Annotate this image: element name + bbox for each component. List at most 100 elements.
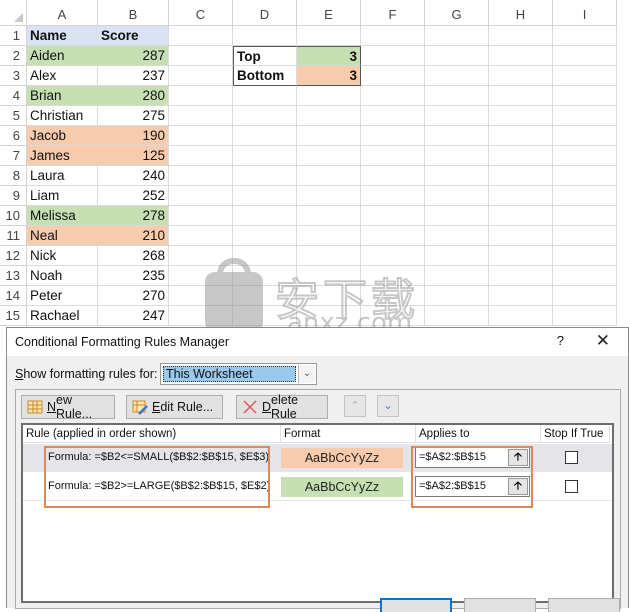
empty-cell[interactable]: [489, 126, 553, 146]
empty-cell[interactable]: [233, 206, 297, 226]
empty-cell[interactable]: [553, 66, 617, 86]
row-header[interactable]: 11: [0, 226, 27, 246]
empty-cell[interactable]: [297, 226, 361, 246]
empty-cell[interactable]: [489, 186, 553, 206]
empty-cell[interactable]: [425, 46, 489, 66]
empty-cell[interactable]: [169, 146, 233, 166]
empty-cell[interactable]: [489, 86, 553, 106]
empty-cell[interactable]: [233, 26, 297, 46]
chevron-down-icon[interactable]: ⌄: [298, 365, 315, 383]
cell-score[interactable]: 275: [98, 106, 169, 126]
row-header[interactable]: 4: [0, 86, 27, 106]
apply-button[interactable]: [548, 598, 620, 612]
empty-cell[interactable]: [233, 186, 297, 206]
empty-cell[interactable]: [233, 106, 297, 126]
empty-cell[interactable]: [489, 306, 553, 326]
empty-cell[interactable]: [169, 266, 233, 286]
cell-name[interactable]: James: [27, 146, 98, 166]
empty-cell[interactable]: [233, 86, 297, 106]
empty-cell[interactable]: [169, 226, 233, 246]
stop-if-true-checkbox[interactable]: [565, 480, 578, 493]
empty-cell[interactable]: [361, 26, 425, 46]
empty-cell[interactable]: [361, 66, 425, 86]
cell-score[interactable]: 247: [98, 306, 169, 326]
cancel-button[interactable]: [464, 598, 536, 612]
row-header[interactable]: 13: [0, 266, 27, 286]
empty-cell[interactable]: [425, 26, 489, 46]
cell-score[interactable]: 240: [98, 166, 169, 186]
empty-cell[interactable]: [169, 46, 233, 66]
empty-cell[interactable]: [169, 26, 233, 46]
empty-cell[interactable]: [361, 86, 425, 106]
empty-cell[interactable]: [425, 66, 489, 86]
label-cell-top[interactable]: Top: [233, 46, 297, 66]
column-header-a[interactable]: A: [27, 0, 98, 26]
empty-cell[interactable]: [553, 106, 617, 126]
value-cell-top[interactable]: 3: [297, 46, 361, 66]
cell-name[interactable]: Christian: [27, 106, 98, 126]
empty-cell[interactable]: [233, 226, 297, 246]
empty-cell[interactable]: [297, 246, 361, 266]
header-cell-name[interactable]: Name: [27, 26, 98, 46]
cell-name[interactable]: Peter: [27, 286, 98, 306]
empty-cell[interactable]: [489, 26, 553, 46]
empty-cell[interactable]: [361, 246, 425, 266]
empty-cell[interactable]: [553, 186, 617, 206]
cell-score[interactable]: 287: [98, 46, 169, 66]
cell-score[interactable]: 252: [98, 186, 169, 206]
cell-score[interactable]: 125: [98, 146, 169, 166]
row-header[interactable]: 10: [0, 206, 27, 226]
cell-score[interactable]: 280: [98, 86, 169, 106]
empty-cell[interactable]: [361, 106, 425, 126]
empty-cell[interactable]: [169, 306, 233, 326]
empty-cell[interactable]: [297, 166, 361, 186]
empty-cell[interactable]: [297, 266, 361, 286]
empty-cell[interactable]: [297, 186, 361, 206]
empty-cell[interactable]: [425, 186, 489, 206]
cell-score[interactable]: 270: [98, 286, 169, 306]
empty-cell[interactable]: [489, 266, 553, 286]
row-header[interactable]: 14: [0, 286, 27, 306]
empty-cell[interactable]: [489, 166, 553, 186]
empty-cell[interactable]: [361, 186, 425, 206]
rule-row[interactable]: Formula: =$B2>=LARGE($B$2:$B$15, $E$2) Aa…: [23, 473, 612, 501]
label-cell-bottom[interactable]: Bottom: [233, 66, 297, 86]
cell-name[interactable]: Jacob: [27, 126, 98, 146]
cell-name[interactable]: Liam: [27, 186, 98, 206]
help-button[interactable]: ?: [557, 333, 564, 348]
column-header-h[interactable]: H: [489, 0, 553, 26]
empty-cell[interactable]: [425, 226, 489, 246]
empty-cell[interactable]: [425, 146, 489, 166]
empty-cell[interactable]: [553, 86, 617, 106]
row-header[interactable]: 2: [0, 46, 27, 66]
cell-score[interactable]: 235: [98, 266, 169, 286]
empty-cell[interactable]: [297, 206, 361, 226]
empty-cell[interactable]: [425, 286, 489, 306]
empty-cell[interactable]: [297, 146, 361, 166]
empty-cell[interactable]: [489, 226, 553, 246]
row-header[interactable]: 12: [0, 246, 27, 266]
empty-cell[interactable]: [489, 206, 553, 226]
applies-to-input[interactable]: =$A$2:$B$15 🡡: [415, 447, 530, 468]
empty-cell[interactable]: [425, 206, 489, 226]
empty-cell[interactable]: [553, 226, 617, 246]
empty-cell[interactable]: [169, 246, 233, 266]
rule-row[interactable]: Formula: =$B2<=SMALL($B$2:$B$15, $E$3) Aa…: [23, 444, 612, 472]
column-header-g[interactable]: G: [425, 0, 489, 26]
empty-cell[interactable]: [361, 46, 425, 66]
empty-cell[interactable]: [553, 166, 617, 186]
column-header-f[interactable]: F: [361, 0, 425, 26]
empty-cell[interactable]: [553, 286, 617, 306]
cell-name[interactable]: Nick: [27, 246, 98, 266]
cell-name[interactable]: Laura: [27, 166, 98, 186]
cell-name[interactable]: Neal: [27, 226, 98, 246]
cell-score[interactable]: 190: [98, 126, 169, 146]
empty-cell[interactable]: [553, 246, 617, 266]
empty-cell[interactable]: [553, 306, 617, 326]
cell-name[interactable]: Brian: [27, 86, 98, 106]
empty-cell[interactable]: [553, 266, 617, 286]
empty-cell[interactable]: [425, 166, 489, 186]
empty-cell[interactable]: [233, 146, 297, 166]
empty-cell[interactable]: [361, 306, 425, 326]
row-header[interactable]: 5: [0, 106, 27, 126]
